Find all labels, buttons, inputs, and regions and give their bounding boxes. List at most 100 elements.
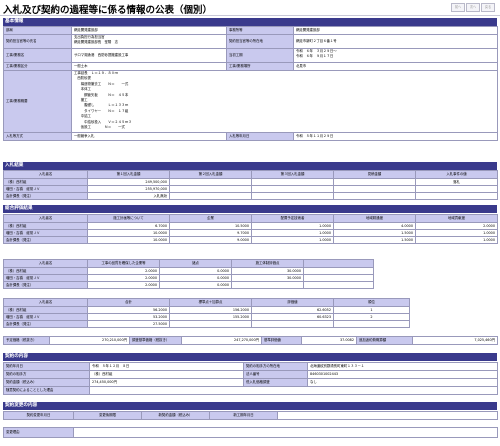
table-row: （株）西村組 56.2000 156.2000 62.6052 1	[3, 306, 410, 314]
bidder-name: （株）西村組	[3, 178, 88, 186]
base-price-value: 247,270,000円	[181, 336, 262, 345]
change-col-date: 契約変更年月日	[3, 411, 74, 420]
eval-col-engineer: 配置予定技術者	[251, 214, 334, 223]
eval-price-table: 予定価格（税抜き） 270,210,000円 調査基準価格（税抜き） 247,2…	[3, 336, 498, 345]
contract-date-value: 令和 ５年１２月 ８日	[89, 362, 244, 371]
bid-amount	[251, 192, 334, 200]
work-type-value: 一般土木	[71, 62, 227, 71]
quality-col-system: 施工体制評価点	[231, 259, 304, 268]
reason-label: 随意契約によることとした理由	[3, 386, 90, 395]
bureau-value: 網走開発建設部	[71, 26, 227, 35]
table-row: （株）西村組 249,500,000 落札	[3, 178, 498, 186]
total-col-standard: 標準点＋加算点	[169, 298, 252, 307]
low-bid-value: なし	[307, 378, 498, 387]
corp-number-value: 8460301002443	[307, 370, 498, 379]
change-reason-value	[73, 427, 498, 438]
eval-score: 1.0000	[415, 229, 498, 237]
table-row: 増田・吉橋 経常ＪＶ 10.0000 9.7000 1.0000 1.5000 …	[3, 229, 498, 237]
eval-score-table: 入札者名 施工計画等について 企業 配置予定技術者 地域精通度 地域貢献度 （株…	[3, 214, 498, 244]
contract-address-value: 網走市新町２丁目６番１号	[293, 34, 498, 49]
contract-address-label: 契約担当官等の所在地	[226, 34, 294, 49]
change-col-deadline: 変更後期限	[73, 411, 142, 420]
prev-button[interactable]: 前へ	[451, 3, 465, 12]
bidder-name: 会計課長（発注）	[3, 320, 88, 328]
total-col-rank: 順位	[333, 298, 410, 307]
page: 入札及び契約の過程等に係る情報の公表（個別） 前へ 次へ 戻る 基本情報 部局 …	[0, 0, 500, 446]
table-row: （株）西村組 2.0000 0.0000 30.0000	[3, 267, 374, 275]
bid-amount	[251, 178, 334, 186]
eval-score: 1.5000	[333, 229, 416, 237]
work-type-label: 工事/業務区分	[3, 62, 72, 71]
eval-score	[303, 281, 374, 289]
eval-col-bidder: 入札者名	[3, 214, 88, 223]
bid-result-table: 入札者名 第１回入札金額 第２回入札金額 第３回入札金額 見積金額 入札事件の値…	[3, 170, 498, 200]
change-table: 契約変更年月日 変更後期限 新契約金額（税込み） 新工期年月日	[3, 411, 498, 420]
bid-status	[415, 192, 498, 200]
bid-col-bidder: 入札者名	[3, 170, 88, 179]
eval-score	[231, 281, 304, 289]
bid-col-result: 入札事件の値	[415, 170, 498, 179]
contract-header: 契約の内容	[3, 353, 497, 361]
eval-rank: 2	[333, 313, 410, 321]
party-label: 契約の相手方	[3, 370, 90, 379]
eval-score: 53.2000	[87, 313, 170, 321]
bid-amount	[169, 192, 252, 200]
extra-cost-value: 7,025,460円	[412, 336, 498, 345]
base-score-label: 基準評価値	[261, 336, 302, 345]
total-col-value: 評価値	[251, 298, 334, 307]
method-label: 入札等方式	[3, 132, 72, 141]
office-value: 網走開発建設部	[293, 26, 498, 35]
quality-col-blank	[303, 259, 374, 268]
next-button[interactable]: 次へ	[466, 3, 480, 12]
bidder-name: （株）西村組	[3, 267, 88, 275]
page-title: 入札及び契約の過程等に係る情報の公表（個別）	[3, 5, 213, 16]
period-label: 当初工期	[226, 48, 294, 63]
bid-amount	[333, 192, 416, 200]
method-value: 一般競争入札	[71, 132, 227, 141]
change-reason-table: 変更理由	[3, 427, 498, 438]
table-row: 増田・吉橋 経常ＪＶ 53.2000 155.2000 60.6323 2	[3, 313, 410, 321]
table-row: 増田・吉橋 経常ＪＶ 2.0000 0.0000 30.0000	[3, 274, 374, 282]
eval-score: 6.7000	[87, 222, 170, 230]
bidder-name: 増田・吉橋 経常ＪＶ	[3, 313, 88, 321]
eval-score: 1.0000	[415, 236, 498, 244]
eval-col-contribution: 地域貢献度	[415, 214, 498, 223]
bid-col-second: 第２回入札金額	[169, 170, 252, 179]
eval-score: 1.0000	[251, 229, 334, 237]
eval-score: 56.2000	[87, 306, 170, 314]
change-col-period: 新工期年月日	[209, 411, 278, 420]
summary-value: 工事延長 Ｌ＝１９．８０ｍ 西防砂提 構造物撤去工 Ｎ＝ 一式 本体工 鋼管矢板…	[71, 70, 498, 133]
period-value: 令和 ６年 ３月２９日～ 令和 ６年 ９月１７日	[293, 48, 498, 63]
bid-date-label: 入札等年月日	[226, 132, 294, 141]
eval-score: 155.2000	[169, 313, 252, 321]
eval-score: 2.0000	[415, 222, 498, 230]
eval-score: 10.0000	[87, 229, 170, 237]
bid-amount: 249,500,000	[87, 178, 170, 186]
eval-col-company: 企業	[169, 214, 252, 223]
bid-result-header: 入札結果	[3, 162, 497, 170]
back-button[interactable]: 戻る	[481, 3, 495, 12]
eval-score: 62.6052	[251, 306, 334, 314]
eval-score: 30.0000	[231, 267, 304, 275]
eval-score: 2.0000	[87, 267, 160, 275]
table-row: 会計課長（発注） 入札無効	[3, 192, 498, 200]
eval-score: 0.0000	[159, 274, 232, 282]
work-name-label: 工事/業務名	[3, 48, 72, 63]
eval-score	[303, 267, 374, 275]
eval-score: 30.0000	[231, 274, 304, 282]
base-score-value: 37.0082	[301, 336, 357, 345]
corp-number-label: 法人番号	[243, 370, 308, 379]
extra-cost-label: 追加返約費概算額	[356, 336, 413, 345]
eval-score: 0.0000	[159, 267, 232, 275]
quality-col-points: 諸点	[159, 259, 232, 268]
party-address-value: 北海道紋別郡湧別町東町１３３－１	[307, 362, 498, 371]
eval-score	[303, 274, 374, 282]
eval-score: 10.5000	[169, 222, 252, 230]
bid-amount: 入札無効	[87, 192, 170, 200]
eval-score: 2.0000	[87, 281, 160, 289]
table-row: 会計課長（発注） 10.0000 9.0000 1.0000 1.5000 1.…	[3, 236, 498, 244]
eval-score: 0.0000	[159, 281, 232, 289]
bid-amount	[169, 185, 252, 193]
basic-info-header: 基本情報	[3, 18, 497, 26]
bureau-label: 部局	[3, 26, 72, 35]
